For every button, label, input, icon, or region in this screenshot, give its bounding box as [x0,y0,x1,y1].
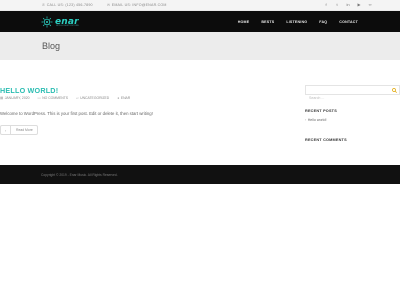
page-title-bar: Blog [0,32,400,60]
linkedin-icon[interactable]: in [346,2,350,7]
post-author-text[interactable]: ENAR [121,96,130,100]
search-form [305,85,400,102]
mail-icon: ✉ [107,2,111,7]
recent-post-label[interactable]: Hello world! [308,118,327,122]
site-header: enar INTELLIGENT FUTURE HOME BESTS LISTE… [0,11,400,32]
copyright-text: Copyright © 2019 - Enar Music. All Right… [41,172,118,177]
facebook-icon[interactable]: f [324,2,328,7]
site-footer: Copyright © 2019 - Enar Music. All Right… [0,165,400,184]
read-more-label: Read More [16,128,33,132]
phone-contact: ✆ CALL US: (123) 456-7890 [42,3,93,7]
post-date[interactable]: ▦ JANUARY, 2020 [0,96,29,100]
post-date-text[interactable]: JANUARY, 2020 [5,96,30,100]
logo-mark-icon [41,15,53,28]
phone-text: CALL US: (123) 456-7890 [46,2,93,7]
search-input[interactable] [306,94,386,102]
post-author[interactable]: ● ENAR [117,96,130,100]
nav-item-listening[interactable]: LISTENING [286,20,307,24]
comment-icon: ▭ [37,96,41,100]
read-more-button[interactable]: › Read More [0,125,38,135]
logo-tagline: INTELLIGENT FUTURE [56,25,79,27]
user-icon: ● [117,96,120,100]
nav-item-home[interactable]: HOME [238,20,250,24]
email-text[interactable]: EMAIL US: INFO@ENAR.COM [112,3,167,7]
nav-item-faq[interactable]: FAQ [319,20,327,24]
search-button[interactable] [389,86,399,94]
post-excerpt: Welcome to WordPress. This is your first… [0,111,153,116]
phone-icon: ✆ [42,2,46,7]
post-meta: ▦ JANUARY, 2020 ▭ NO COMMENTS ▱ UNCATEGORIZ… [0,96,138,100]
nav-item-bests[interactable]: BESTS [261,20,274,24]
folder-icon: ▱ [76,96,79,100]
top-contact-bar: ✆ CALL US: (123) 456-7890 ✉ EMAIL US: INFO… [0,0,400,11]
post-category[interactable]: ▱ UNCATEGORIZED [76,96,109,100]
bullet-icon: › [305,118,307,122]
arrow-right-icon: › [1,126,11,134]
tripadvisor-icon[interactable]: ∞ [368,2,372,7]
main-nav: HOME BESTS LISTENING FAQ CONTACT [226,11,358,32]
youtube-icon[interactable]: ▶ [357,2,361,7]
post-comments-text[interactable]: NO COMMENTS [42,96,68,100]
social-links: f t in ▶ ∞ [324,2,372,7]
email-contact[interactable]: ✉ EMAIL US: INFO@ENAR.COM [107,3,167,7]
calendar-icon: ▦ [0,96,4,100]
nav-item-contact[interactable]: CONTACT [339,20,358,24]
recent-posts-title: RECENT POSTS [305,109,337,113]
recent-comments-title: RECENT COMMENTS [305,138,347,142]
post-title[interactable]: HELLO WORLD! [0,86,58,95]
site-logo[interactable]: enar INTELLIGENT FUTURE [41,15,81,28]
post-category-text[interactable]: UNCATEGORIZED [80,96,109,100]
recent-post-link[interactable]: › Hello world! [305,118,326,122]
search-icon [391,87,397,93]
twitter-icon[interactable]: t [335,2,339,7]
post-comments[interactable]: ▭ NO COMMENTS [37,96,68,100]
page-title: Blog [42,41,61,51]
